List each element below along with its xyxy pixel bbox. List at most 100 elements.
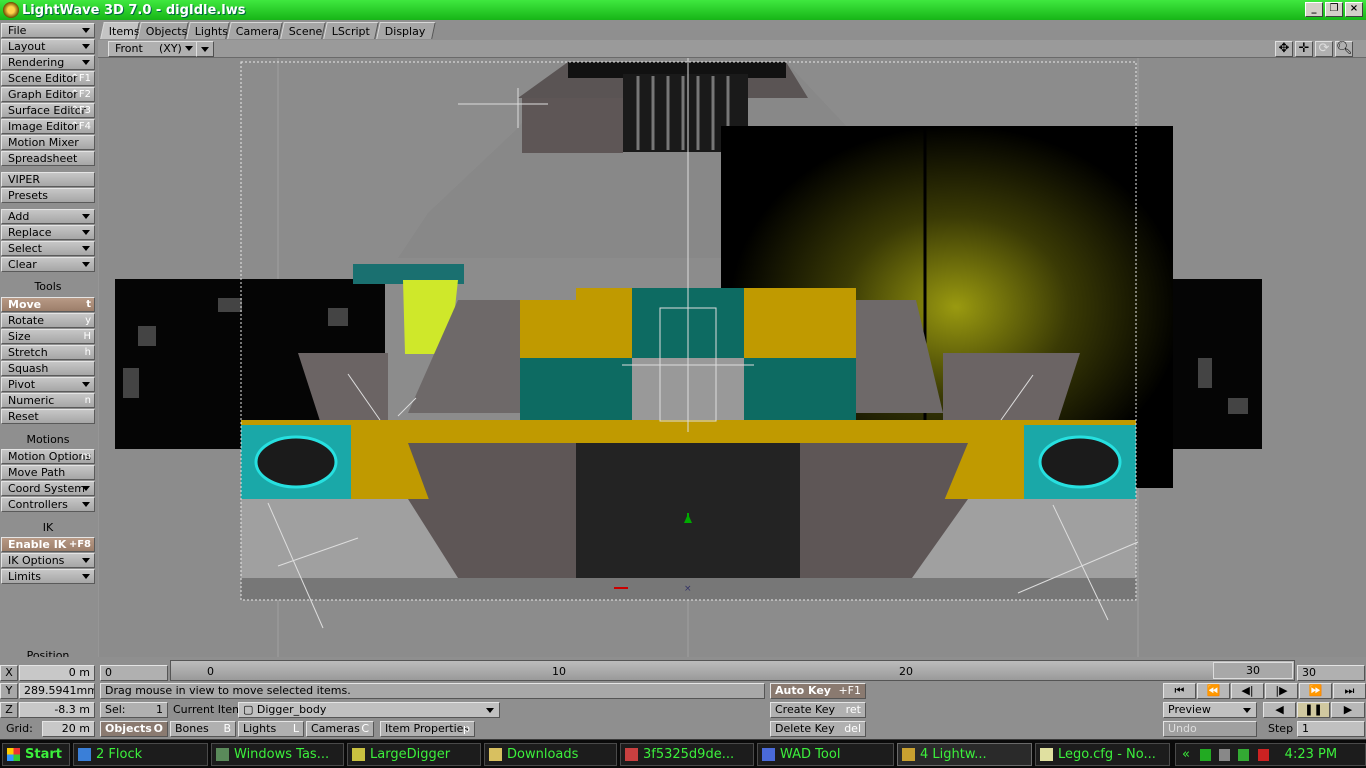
tray-app-icon[interactable] [1219, 748, 1231, 761]
previous-key-icon[interactable]: ⏪ [1197, 683, 1230, 699]
tab-scene[interactable]: Scene [280, 22, 326, 39]
system-tray: « 4:23 PM [1175, 743, 1366, 766]
taskbar-item[interactable]: WAD Tool [757, 743, 894, 766]
controllers-button[interactable]: Controllers [1, 497, 95, 512]
z-position-field[interactable]: -8.3 m [19, 702, 95, 718]
view-mode-select[interactable]: Front (XY) [108, 41, 198, 57]
tray-alert-icon[interactable] [1257, 748, 1269, 761]
select-button[interactable]: Select [1, 241, 95, 256]
play-forward-icon[interactable]: ▶ [1331, 702, 1365, 718]
image-editor-button[interactable]: Image Editor ^F4 [1, 119, 95, 134]
rotate-view-icon[interactable]: ⟳ [1315, 41, 1333, 57]
ik-options-button[interactable]: IK Options [1, 553, 95, 568]
scene-editor-button[interactable]: Scene Editor ^F1 [1, 71, 95, 86]
next-key-icon[interactable]: ⏩ [1299, 683, 1332, 699]
taskbar-item[interactable]: 2 Flock [73, 743, 208, 766]
button-label: Numeric [8, 394, 55, 407]
start-button[interactable]: Start [2, 743, 70, 766]
numeric-tool-button[interactable]: Numeric n [1, 393, 95, 408]
move-tool-button[interactable]: Move t [1, 297, 95, 312]
minimize-button[interactable]: _ [1305, 2, 1323, 17]
auto-key-button[interactable]: Auto Key +F1 [770, 683, 866, 699]
file-button[interactable]: File [1, 23, 95, 38]
close-button[interactable]: × [1345, 2, 1363, 17]
tab-lights[interactable]: Lights [186, 22, 230, 39]
surface-editor-button[interactable]: Surface Editor ^F3 [1, 103, 95, 118]
bones-mode-button[interactable]: Bones B [170, 721, 236, 737]
replace-button[interactable]: Replace [1, 225, 95, 240]
battery-icon[interactable] [1238, 748, 1250, 761]
tab-camera[interactable]: Camera [227, 22, 283, 39]
go-to-end-icon[interactable]: ⏭ [1333, 683, 1366, 699]
x-position-field[interactable]: 0 m [19, 665, 95, 681]
rotate-tool-button[interactable]: Rotate y [1, 313, 95, 328]
x-axis-toggle[interactable]: X [0, 665, 18, 681]
current-frame-slider[interactable]: 30 [1213, 662, 1293, 679]
motion-options-button[interactable]: Motion Options m [1, 449, 95, 464]
taskbar-item[interactable]: Downloads [484, 743, 617, 766]
lightwave-logo-icon[interactable] [3, 2, 19, 18]
coord-system-button[interactable]: Coord System [1, 481, 95, 496]
expand-tray-icon[interactable]: « [1182, 747, 1190, 762]
button-label: Move Path [8, 466, 66, 479]
create-key-button[interactable]: Create Key ret [770, 702, 866, 718]
taskbar-item[interactable]: Windows Tas... [211, 743, 344, 766]
move-path-button[interactable]: Move Path [1, 465, 95, 480]
viper-button[interactable]: VIPER [1, 172, 95, 187]
delete-key-button[interactable]: Delete Key del [770, 721, 866, 737]
move-view-icon[interactable]: ✛ [1295, 41, 1313, 57]
current-item-select[interactable]: ▢ Digger_body [238, 702, 500, 718]
undo-button[interactable]: Undo [1163, 721, 1257, 737]
lights-mode-button[interactable]: Lights L [238, 721, 304, 737]
clear-button[interactable]: Clear [1, 257, 95, 272]
pan-view-icon[interactable]: ✥ [1275, 41, 1293, 57]
size-tool-button[interactable]: Size H [1, 329, 95, 344]
reset-tool-button[interactable]: Reset [1, 409, 95, 424]
grid-size-field[interactable]: 20 m [42, 721, 95, 737]
view-options-dropdown[interactable] [196, 41, 214, 57]
cameras-mode-button[interactable]: Cameras C [306, 721, 374, 737]
timeline-slider[interactable]: 0 10 20 30 [170, 660, 1295, 681]
taskbar-item[interactable]: Lego.cfg - No... [1035, 743, 1170, 766]
timeline-start-field[interactable]: 0 [100, 665, 168, 681]
tab-lscript[interactable]: LScript [323, 22, 379, 39]
pivot-tool-button[interactable]: Pivot [1, 377, 95, 392]
tab-objects[interactable]: Objects [137, 22, 189, 39]
stretch-tool-button[interactable]: Stretch h [1, 345, 95, 360]
status-bar: Drag mouse in view to move selected item… [100, 683, 765, 699]
z-axis-toggle[interactable]: Z [0, 702, 18, 718]
step-field[interactable]: 1 [1297, 721, 1365, 737]
zoom-view-icon[interactable]: 🔍︎ [1335, 41, 1353, 57]
rendering-button[interactable]: Rendering [1, 55, 95, 70]
spreadsheet-button[interactable]: Spreadsheet [1, 151, 95, 166]
play-backward-icon[interactable]: ◀ [1263, 702, 1296, 718]
objects-mode-button[interactable]: Objects O [100, 721, 168, 737]
timeline-end-field[interactable]: 30 [1297, 665, 1365, 681]
squash-tool-button[interactable]: Squash [1, 361, 95, 376]
presets-button[interactable]: Presets [1, 188, 95, 203]
previous-frame-icon[interactable]: ◀| [1231, 683, 1264, 699]
clock[interactable]: 4:23 PM [1285, 747, 1337, 762]
graph-editor-button[interactable]: Graph Editor ^F2 [1, 87, 95, 102]
3d-viewport[interactable]: × [98, 58, 1366, 657]
y-position-field[interactable]: 289.5941mm [19, 683, 95, 699]
taskbar-item[interactable]: 3f5325d9de... [620, 743, 754, 766]
limits-button[interactable]: Limits [1, 569, 95, 584]
item-properties-button[interactable]: Item Properties p [380, 721, 475, 737]
tray-app-icon[interactable] [1200, 748, 1212, 761]
taskbar-item[interactable]: LargeDigger [347, 743, 481, 766]
tab-display[interactable]: Display [376, 22, 436, 39]
preview-select[interactable]: Preview [1163, 702, 1257, 718]
y-axis-toggle[interactable]: Y [0, 683, 18, 699]
maximize-button[interactable]: ❐ [1325, 2, 1343, 17]
pause-icon[interactable]: ❚❚ [1297, 702, 1330, 718]
add-button[interactable]: Add [1, 209, 95, 224]
go-to-start-icon[interactable]: ⏮ [1163, 683, 1196, 699]
tab-items[interactable]: Items [100, 22, 140, 39]
taskbar-item[interactable]: 4 Lightw... [897, 743, 1032, 766]
next-frame-icon[interactable]: |▶ [1265, 683, 1298, 699]
enable-ik-button[interactable]: Enable IK +F8 [1, 537, 95, 552]
shortcut-label: +F8 [68, 539, 91, 550]
layout-button[interactable]: Layout [1, 39, 95, 54]
motion-mixer-button[interactable]: Motion Mixer [1, 135, 95, 150]
